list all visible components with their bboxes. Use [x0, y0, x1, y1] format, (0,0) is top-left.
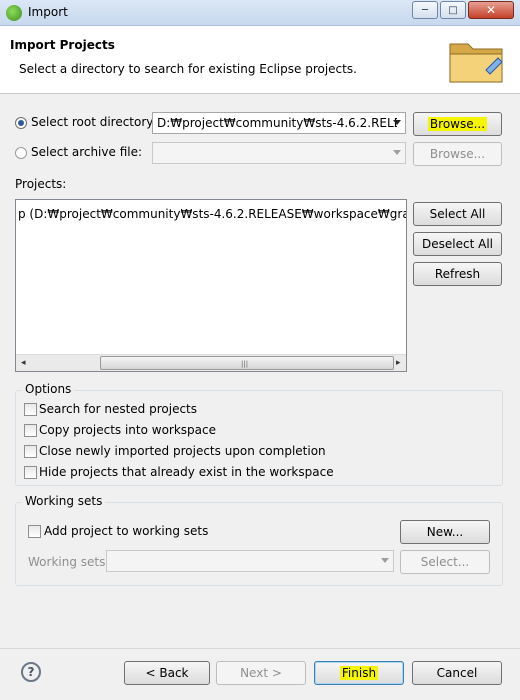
- window-title: Import: [28, 5, 68, 19]
- projects-list[interactable]: p (D:₩project₩community₩sts-4.6.2.RELEAS…: [15, 199, 407, 372]
- working-sets-label: Working sets:: [28, 555, 110, 569]
- working-sets-combo[interactable]: [106, 550, 394, 572]
- select-root-radio[interactable]: [15, 117, 27, 129]
- footer-divider: [0, 648, 520, 649]
- scroll-left-icon[interactable]: ◂: [21, 358, 26, 368]
- hide-existing-label[interactable]: Hide projects that already exist in the …: [39, 465, 334, 479]
- close-imported-label[interactable]: Close newly imported projects upon compl…: [39, 444, 326, 458]
- nested-projects-label[interactable]: Search for nested projects: [39, 402, 197, 416]
- help-icon[interactable]: ?: [21, 662, 41, 682]
- horizontal-scrollbar[interactable]: ◂ ||| ▸: [16, 354, 406, 371]
- deselect-all-button[interactable]: Deselect All: [413, 232, 502, 256]
- list-item[interactable]: p (D:₩project₩community₩sts-4.6.2.RELEAS…: [18, 207, 407, 221]
- title-bar[interactable]: Import ─ □ ✕: [0, 0, 520, 26]
- chevron-down-icon[interactable]: [393, 150, 401, 155]
- options-title: Options: [22, 382, 75, 396]
- select-archive-radio[interactable]: [15, 147, 27, 159]
- nested-projects-checkbox[interactable]: [24, 403, 37, 416]
- working-sets-title: Working sets: [22, 494, 106, 508]
- select-archive-label[interactable]: Select archive file:: [31, 145, 142, 159]
- finish-button[interactable]: Finish: [314, 661, 404, 685]
- chevron-down-icon[interactable]: [393, 120, 401, 125]
- browse-archive-button[interactable]: Browse...: [413, 142, 502, 166]
- spring-app-icon: [6, 5, 22, 21]
- scroll-right-icon[interactable]: ▸: [396, 358, 401, 368]
- projects-label: Projects:: [15, 177, 67, 191]
- chevron-down-icon[interactable]: [381, 558, 389, 563]
- add-working-sets-checkbox[interactable]: [28, 525, 41, 538]
- refresh-button[interactable]: Refresh: [413, 262, 502, 286]
- root-directory-combo[interactable]: D:₩project₩community₩sts-4.6.2.RELEASE: [152, 112, 406, 134]
- header-description: Select a directory to search for existin…: [19, 62, 357, 76]
- scrollbar-thumb[interactable]: |||: [100, 356, 394, 370]
- folder-icon: [449, 43, 503, 83]
- close-button[interactable]: ✕: [468, 1, 514, 19]
- select-root-label[interactable]: Select root directory:: [31, 115, 157, 129]
- project-entry: p (D:₩project₩community₩sts-4.6.2.RELEAS…: [18, 207, 407, 221]
- grip-icon: |||: [241, 360, 249, 368]
- archive-file-combo[interactable]: [152, 142, 406, 164]
- add-working-sets-label[interactable]: Add project to working sets: [44, 524, 208, 538]
- next-button[interactable]: Next >: [216, 661, 306, 685]
- browse-root-label: Browse...: [427, 117, 488, 131]
- dialog-header: Import Projects Select a directory to se…: [0, 26, 520, 94]
- back-button[interactable]: < Back: [124, 661, 210, 685]
- select-working-set-button[interactable]: Select...: [400, 550, 490, 574]
- copy-projects-checkbox[interactable]: [24, 424, 37, 437]
- cancel-button[interactable]: Cancel: [412, 661, 502, 685]
- minimize-button[interactable]: ─: [412, 1, 438, 19]
- maximize-button[interactable]: □: [440, 1, 466, 19]
- hide-existing-checkbox[interactable]: [24, 466, 37, 479]
- select-all-button[interactable]: Select All: [413, 202, 502, 226]
- root-directory-value: D:₩project₩community₩sts-4.6.2.RELEASE: [157, 116, 397, 130]
- close-imported-checkbox[interactable]: [24, 445, 37, 458]
- browse-root-button[interactable]: Browse...: [413, 112, 502, 136]
- finish-label: Finish: [339, 666, 379, 680]
- header-title: Import Projects: [10, 38, 115, 52]
- new-working-set-button[interactable]: New...: [400, 520, 490, 544]
- copy-projects-label[interactable]: Copy projects into workspace: [39, 423, 216, 437]
